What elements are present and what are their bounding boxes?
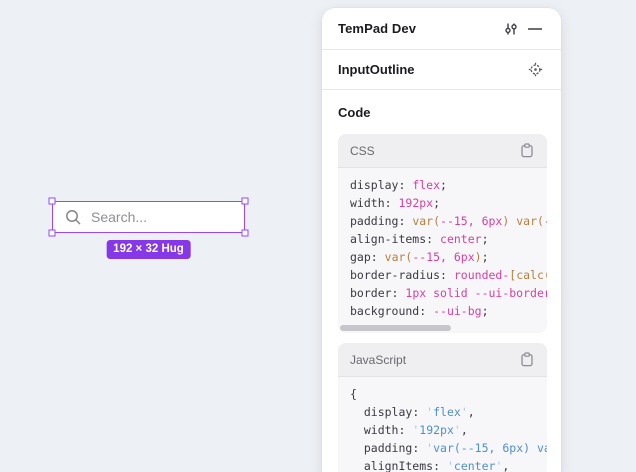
locate-button[interactable] [523, 58, 547, 82]
scrollbar-thumb[interactable] [340, 325, 451, 331]
js-code[interactable]: { display: 'flex', width: '192px', paddi… [338, 377, 547, 472]
copy-js-button[interactable] [515, 348, 539, 372]
crosshair-icon [528, 62, 543, 77]
css-code-card: CSS display: flex;width: 192px;padding: … [338, 134, 547, 333]
css-card-label: CSS [350, 144, 515, 158]
selection-handle-ne[interactable] [242, 198, 249, 205]
js-card-header: JavaScript [338, 343, 547, 377]
js-card-label: JavaScript [350, 353, 515, 367]
minus-icon [528, 27, 542, 31]
tempad-dev-panel: TemPad Dev InputOutline [322, 8, 561, 472]
search-input[interactable]: Search... [52, 201, 245, 233]
selection-handle-sw[interactable] [49, 230, 56, 237]
component-name: InputOutline [338, 62, 523, 77]
copy-css-button[interactable] [515, 139, 539, 163]
search-icon [65, 209, 82, 226]
code-section-title: Code [338, 105, 547, 120]
size-badge: 192 × 32 Hug [106, 240, 191, 259]
selected-node-row: InputOutline [322, 50, 561, 90]
sliders-icon [503, 21, 519, 37]
panel-title: TemPad Dev [338, 21, 499, 36]
css-card-header: CSS [338, 134, 547, 168]
selected-component[interactable]: Search... 192 × 32 Hug [52, 201, 245, 233]
selection-handle-se[interactable] [242, 230, 249, 237]
js-code-card: JavaScript { display: 'flex', width: '19… [338, 343, 547, 472]
minimize-button[interactable] [523, 17, 547, 41]
panel-header: TemPad Dev [322, 8, 561, 50]
search-placeholder: Search... [91, 209, 147, 225]
clipboard-icon [520, 143, 534, 158]
clipboard-icon [520, 352, 534, 367]
css-horizontal-scrollbar[interactable] [338, 324, 535, 333]
css-code[interactable]: display: flex;width: 192px;padding: var(… [338, 168, 547, 324]
preferences-button[interactable] [499, 17, 523, 41]
selection-handle-nw[interactable] [49, 198, 56, 205]
code-section: Code CSS display: flex;width: 192px;padd… [322, 90, 561, 472]
